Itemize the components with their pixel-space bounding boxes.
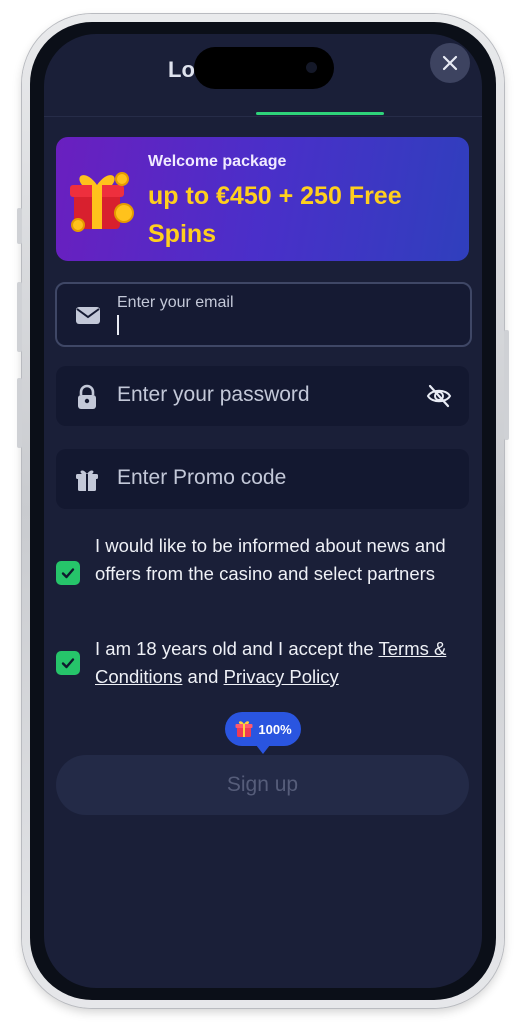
news-consent-checkbox[interactable] [56,561,80,585]
phone-volume-down-button [17,378,22,448]
gift-box-icon [70,172,134,232]
age-consent-row: I am 18 years old and I accept the Terms… [56,635,466,691]
age-consent-text: I am 18 years old and I accept the [95,638,379,659]
promo-title: up to €450 + 250 Free Spins [148,182,402,248]
email-field[interactable]: Enter your email [55,282,472,347]
signup-screen: Lo up Welcome package up to €450 + 250 F… [44,34,482,988]
eye-off-icon[interactable] [425,382,453,410]
promo-subtitle: Welcome package [148,153,287,170]
camera-dot [306,62,317,73]
promo-code-field[interactable]: Enter Promo code [56,449,469,509]
gift-icon [76,470,98,491]
checkmark-icon [61,658,75,669]
active-tab-indicator [256,112,384,115]
dynamic-island [194,47,334,89]
gift-icon [235,721,253,737]
promo-code-placeholder: Enter Promo code [117,466,287,489]
age-consent-label: I am 18 years old and I accept the Terms… [95,635,467,691]
text-caret [117,315,119,335]
phone-action-button [17,208,22,244]
checkmark-icon [61,568,75,579]
signup-button-label: Sign up [226,773,299,796]
email-field-label: Enter your email [117,294,234,311]
privacy-policy-link[interactable]: Privacy Policy [224,666,339,687]
age-consent-checkbox[interactable] [56,651,80,675]
close-icon [442,55,458,71]
signup-button[interactable]: Sign up [56,755,469,815]
bonus-percent: 100% [258,721,292,737]
phone-volume-up-button [17,282,22,352]
envelope-icon [76,307,100,324]
phone-power-button [504,330,509,440]
news-consent-row: I would like to be informed about news a… [56,532,466,616]
bonus-progress-badge: 100% [225,712,301,754]
close-button[interactable] [430,43,470,83]
and-text: and [182,666,224,687]
password-field[interactable]: Enter your password [56,366,469,426]
welcome-package-banner: Welcome package up to €450 + 250 Free Sp… [56,137,469,261]
password-placeholder: Enter your password [117,383,310,406]
tab-login[interactable]: Lo [168,57,195,83]
lock-icon [78,384,96,409]
news-consent-label: I would like to be informed about news a… [95,535,446,584]
